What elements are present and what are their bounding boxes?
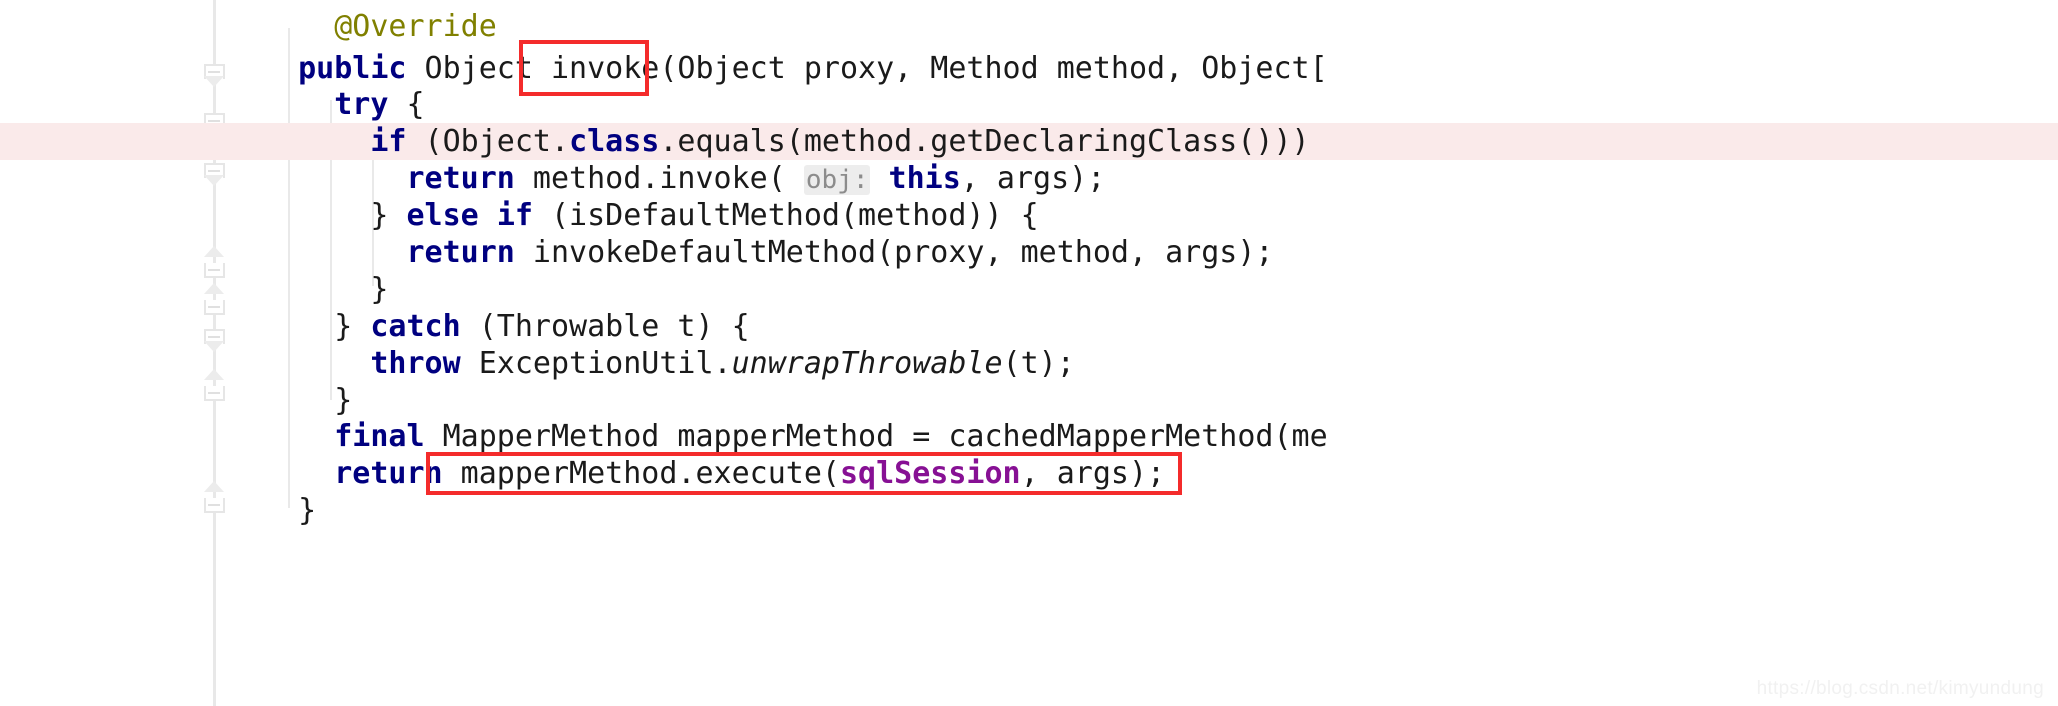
- token-id: [262, 9, 334, 44]
- code-text: public Object invoke(Object proxy, Metho…: [262, 50, 1328, 87]
- code-text: final MapperMethod mapperMethod = cached…: [262, 418, 1328, 455]
- line-close-brace-method[interactable]: }: [0, 492, 2058, 529]
- token-id: {: [388, 87, 425, 122]
- token-id: ExceptionUtil.: [460, 346, 732, 381]
- code-text: return invokeDefaultMethod(proxy, method…: [262, 234, 1274, 271]
- token-id: }: [262, 272, 389, 307]
- token-id: , args);: [1020, 456, 1166, 491]
- line-return-method-invoke[interactable]: return method.invoke( obj: this, args);: [0, 160, 2058, 197]
- token-kw: if: [370, 124, 407, 159]
- token-kw: throw: [370, 346, 461, 381]
- token-id: [262, 51, 298, 86]
- token-kw: final: [334, 419, 425, 454]
- token-id: [262, 456, 334, 491]
- code-content[interactable]: @Override public Object invoke(Object pr…: [0, 0, 2058, 706]
- line-return-invoke-default[interactable]: return invokeDefaultMethod(proxy, method…: [0, 234, 2058, 271]
- token-ital: unwrapThrowable: [731, 346, 1003, 381]
- token-id: }: [262, 309, 371, 344]
- code-text: }: [262, 382, 352, 419]
- code-text: }: [262, 492, 316, 529]
- token-id: [262, 235, 407, 270]
- line-method-signature[interactable]: public Object invoke(Object proxy, Metho…: [0, 50, 2058, 87]
- token-id: (Object.: [406, 124, 570, 159]
- code-text: if (Object.class.equals(method.getDeclar…: [262, 123, 1310, 160]
- token-id: [262, 346, 370, 381]
- token-id: method.invoke(: [514, 161, 804, 196]
- token-kw: return: [406, 235, 515, 270]
- token-id: [870, 161, 888, 196]
- token-id: [479, 198, 497, 233]
- token-kw: public: [298, 51, 407, 86]
- token-id: [262, 87, 334, 122]
- line-else-if[interactable]: } else if (isDefaultMethod(method)) {: [0, 197, 2058, 234]
- token-id: MapperMethod mapperMethod = cachedMapper…: [424, 419, 1328, 454]
- code-text: throw ExceptionUtil.unwrapThrowable(t);: [262, 345, 1075, 382]
- token-id: [262, 161, 407, 196]
- token-id: [262, 124, 370, 159]
- token-kw: catch: [370, 309, 461, 344]
- token-id: [262, 419, 334, 454]
- token-id: }: [262, 383, 353, 418]
- token-kw: this: [888, 161, 961, 196]
- code-text: @Override: [262, 8, 497, 45]
- line-try[interactable]: try {: [0, 86, 2058, 123]
- code-text: return method.invoke( obj: this, args);: [262, 160, 1106, 199]
- line-throw[interactable]: throw ExceptionUtil.unwrapThrowable(t);: [0, 345, 2058, 382]
- watermark: https://blog.csdn.net/kimyundung: [1756, 678, 2044, 699]
- token-fld: sqlSession: [839, 456, 1021, 491]
- token-id: (Throwable t) {: [460, 309, 750, 344]
- token-ann: @Override: [334, 9, 497, 44]
- code-text: } else if (isDefaultMethod(method)) {: [262, 197, 1039, 234]
- token-id: (isDefaultMethod(method)) {: [532, 198, 1039, 233]
- token-id: Object invoke(Object proxy, Method metho…: [406, 51, 1328, 86]
- code-text: }: [262, 271, 388, 308]
- line-override[interactable]: @Override: [0, 8, 2058, 45]
- token-hint: obj:: [803, 165, 871, 195]
- line-catch[interactable]: } catch (Throwable t) {: [0, 308, 2058, 345]
- line-close-brace-catch[interactable]: }: [0, 382, 2058, 419]
- code-text: return mapperMethod.execute(sqlSession, …: [262, 455, 1165, 492]
- code-text: try {: [262, 86, 425, 123]
- token-kw: return: [334, 456, 443, 491]
- line-if-object-class[interactable]: if (Object.class.equals(method.getDeclar…: [0, 123, 2058, 160]
- token-kw: class: [569, 124, 660, 159]
- line-final-mappermethod[interactable]: final MapperMethod mapperMethod = cached…: [0, 418, 2058, 455]
- token-id: .equals(method.getDeclaringClass())): [659, 124, 1310, 159]
- line-return-execute[interactable]: return mapperMethod.execute(sqlSession, …: [0, 455, 2058, 492]
- token-id: invokeDefaultMethod(proxy, method, args)…: [514, 235, 1274, 270]
- token-id: mapperMethod.execute(: [442, 456, 840, 491]
- token-kw: return: [406, 161, 515, 196]
- line-close-brace-inner[interactable]: }: [0, 271, 2058, 308]
- code-text: } catch (Throwable t) {: [262, 308, 750, 345]
- token-id: }: [262, 493, 317, 528]
- code-editor: @Override public Object invoke(Object pr…: [0, 0, 2058, 706]
- token-id: (t);: [1002, 346, 1075, 381]
- token-id: }: [262, 198, 407, 233]
- token-kw: try: [334, 87, 389, 122]
- token-kw: else: [406, 198, 479, 233]
- token-id: , args);: [960, 161, 1106, 196]
- token-kw: if: [496, 198, 533, 233]
